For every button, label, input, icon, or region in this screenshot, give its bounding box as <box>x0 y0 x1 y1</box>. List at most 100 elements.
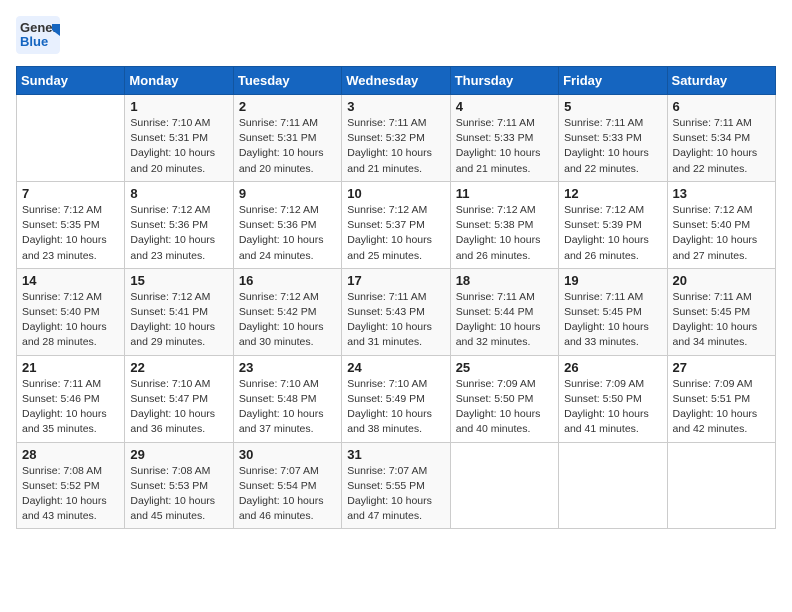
day-info: Sunrise: 7:07 AMSunset: 5:54 PMDaylight:… <box>239 464 336 525</box>
logo: General Blue <box>16 16 60 54</box>
day-info: Sunrise: 7:08 AMSunset: 5:53 PMDaylight:… <box>130 464 227 525</box>
day-header-thursday: Thursday <box>450 67 558 95</box>
calendar-cell: 25 Sunrise: 7:09 AMSunset: 5:50 PMDayligh… <box>450 355 558 442</box>
day-info: Sunrise: 7:12 AMSunset: 5:37 PMDaylight:… <box>347 203 444 264</box>
calendar-cell: 22Sunrise: 7:10 AMSunset: 5:47 PMDayligh… <box>125 355 233 442</box>
day-info: Sunrise: 7:12 AMSunset: 5:40 PMDaylight:… <box>673 203 770 264</box>
day-info: Sunrise: 7:11 AMSunset: 5:32 PMDaylight:… <box>347 116 444 177</box>
day-number: 16 <box>239 273 336 288</box>
day-number: 19 <box>564 273 661 288</box>
calendar-cell: 29 Sunrise: 7:08 AMSunset: 5:53 PMDayligh… <box>125 442 233 529</box>
calendar-cell: 27Sunrise: 7:09 AMSunset: 5:51 PMDayligh… <box>667 355 775 442</box>
day-info: Sunrise: 7:09 AMSunset: 5:50 PMDaylight:… <box>456 377 553 438</box>
calendar-header-row: SundayMondayTuesdayWednesdayThursdayFrid… <box>17 67 776 95</box>
day-number: 13 <box>673 186 770 201</box>
calendar-cell: 4Sunrise: 7:11 AMSunset: 5:33 PMDaylight… <box>450 95 558 182</box>
day-number: 18 <box>456 273 553 288</box>
calendar-week-row: 14 Sunrise: 7:12 AMSunset: 5:40 PMDayligh… <box>17 268 776 355</box>
day-number: 1 <box>130 99 227 114</box>
day-header-monday: Monday <box>125 67 233 95</box>
calendar-cell: 2 Sunrise: 7:11 AMSunset: 5:31 PMDaylight… <box>233 95 341 182</box>
day-number: 3 <box>347 99 444 114</box>
calendar-cell <box>667 442 775 529</box>
calendar-week-row: 28Sunrise: 7:08 AMSunset: 5:52 PMDayligh… <box>17 442 776 529</box>
logo-icon: General Blue <box>16 16 60 54</box>
calendar-cell: 28Sunrise: 7:08 AMSunset: 5:52 PMDayligh… <box>17 442 125 529</box>
day-number: 2 <box>239 99 336 114</box>
calendar-cell: 20 Sunrise: 7:11 AMSunset: 5:45 PMDayligh… <box>667 268 775 355</box>
day-number: 7 <box>22 186 119 201</box>
calendar-week-row: 7 Sunrise: 7:12 AMSunset: 5:35 PMDaylight… <box>17 181 776 268</box>
day-info: Sunrise: 7:12 AMSunset: 5:36 PMDaylight:… <box>130 203 227 264</box>
calendar-cell: 30 Sunrise: 7:07 AMSunset: 5:54 PMDayligh… <box>233 442 341 529</box>
day-number: 14 <box>22 273 119 288</box>
day-info: Sunrise: 7:11 AMSunset: 5:44 PMDaylight:… <box>456 290 553 351</box>
day-info: Sunrise: 7:11 AMSunset: 5:31 PMDaylight:… <box>239 116 336 177</box>
day-number: 30 <box>239 447 336 462</box>
calendar-cell: 1 Sunrise: 7:10 AMSunset: 5:31 PMDaylight… <box>125 95 233 182</box>
calendar-cell: 3 Sunrise: 7:11 AMSunset: 5:32 PMDaylight… <box>342 95 450 182</box>
day-number: 11 <box>456 186 553 201</box>
day-number: 17 <box>347 273 444 288</box>
calendar-cell: 16Sunrise: 7:12 AMSunset: 5:42 PMDayligh… <box>233 268 341 355</box>
day-number: 12 <box>564 186 661 201</box>
calendar-cell: 5 Sunrise: 7:11 AMSunset: 5:33 PMDaylight… <box>559 95 667 182</box>
day-info: Sunrise: 7:10 AMSunset: 5:47 PMDaylight:… <box>130 377 227 438</box>
day-info: Sunrise: 7:10 AMSunset: 5:48 PMDaylight:… <box>239 377 336 438</box>
calendar-cell: 10 Sunrise: 7:12 AMSunset: 5:37 PMDayligh… <box>342 181 450 268</box>
calendar-cell: 18 Sunrise: 7:11 AMSunset: 5:44 PMDayligh… <box>450 268 558 355</box>
day-number: 31 <box>347 447 444 462</box>
day-info: Sunrise: 7:11 AMSunset: 5:46 PMDaylight:… <box>22 377 119 438</box>
day-info: Sunrise: 7:12 AMSunset: 5:39 PMDaylight:… <box>564 203 661 264</box>
day-header-tuesday: Tuesday <box>233 67 341 95</box>
day-header-sunday: Sunday <box>17 67 125 95</box>
day-info: Sunrise: 7:12 AMSunset: 5:38 PMDaylight:… <box>456 203 553 264</box>
calendar-cell: 8 Sunrise: 7:12 AMSunset: 5:36 PMDaylight… <box>125 181 233 268</box>
calendar-cell: 9 Sunrise: 7:12 AMSunset: 5:36 PMDaylight… <box>233 181 341 268</box>
calendar-cell: 13 Sunrise: 7:12 AMSunset: 5:40 PMDayligh… <box>667 181 775 268</box>
day-info: Sunrise: 7:11 AMSunset: 5:34 PMDaylight:… <box>673 116 770 177</box>
day-number: 23 <box>239 360 336 375</box>
day-number: 26 <box>564 360 661 375</box>
calendar-cell: 23 Sunrise: 7:10 AMSunset: 5:48 PMDayligh… <box>233 355 341 442</box>
day-info: Sunrise: 7:11 AMSunset: 5:45 PMDaylight:… <box>564 290 661 351</box>
day-number: 29 <box>130 447 227 462</box>
day-number: 20 <box>673 273 770 288</box>
calendar-cell: 19 Sunrise: 7:11 AMSunset: 5:45 PMDayligh… <box>559 268 667 355</box>
day-number: 9 <box>239 186 336 201</box>
calendar-cell: 6 Sunrise: 7:11 AMSunset: 5:34 PMDaylight… <box>667 95 775 182</box>
day-number: 6 <box>673 99 770 114</box>
day-info: Sunrise: 7:08 AMSunset: 5:52 PMDaylight:… <box>22 464 119 525</box>
day-number: 4 <box>456 99 553 114</box>
day-number: 5 <box>564 99 661 114</box>
page-header: General Blue <box>16 16 776 54</box>
calendar-cell: 14 Sunrise: 7:12 AMSunset: 5:40 PMDayligh… <box>17 268 125 355</box>
day-header-saturday: Saturday <box>667 67 775 95</box>
calendar-cell <box>450 442 558 529</box>
day-number: 10 <box>347 186 444 201</box>
calendar-cell: 11 Sunrise: 7:12 AMSunset: 5:38 PMDayligh… <box>450 181 558 268</box>
svg-text:Blue: Blue <box>20 34 48 49</box>
day-number: 24 <box>347 360 444 375</box>
calendar-table: SundayMondayTuesdayWednesdayThursdayFrid… <box>16 66 776 529</box>
calendar-cell: 26Sunrise: 7:09 AMSunset: 5:50 PMDayligh… <box>559 355 667 442</box>
day-number: 25 <box>456 360 553 375</box>
calendar-cell: 7 Sunrise: 7:12 AMSunset: 5:35 PMDaylight… <box>17 181 125 268</box>
day-info: Sunrise: 7:11 AMSunset: 5:43 PMDaylight:… <box>347 290 444 351</box>
day-info: Sunrise: 7:10 AMSunset: 5:31 PMDaylight:… <box>130 116 227 177</box>
day-info: Sunrise: 7:12 AMSunset: 5:40 PMDaylight:… <box>22 290 119 351</box>
day-number: 8 <box>130 186 227 201</box>
day-info: Sunrise: 7:12 AMSunset: 5:35 PMDaylight:… <box>22 203 119 264</box>
day-info: Sunrise: 7:12 AMSunset: 5:36 PMDaylight:… <box>239 203 336 264</box>
calendar-week-row: 21Sunrise: 7:11 AMSunset: 5:46 PMDayligh… <box>17 355 776 442</box>
day-info: Sunrise: 7:12 AMSunset: 5:41 PMDaylight:… <box>130 290 227 351</box>
day-header-friday: Friday <box>559 67 667 95</box>
day-info: Sunrise: 7:11 AMSunset: 5:33 PMDaylight:… <box>564 116 661 177</box>
calendar-cell: 15Sunrise: 7:12 AMSunset: 5:41 PMDayligh… <box>125 268 233 355</box>
calendar-body: 1 Sunrise: 7:10 AMSunset: 5:31 PMDaylight… <box>17 95 776 529</box>
day-header-wednesday: Wednesday <box>342 67 450 95</box>
calendar-cell: 24Sunrise: 7:10 AMSunset: 5:49 PMDayligh… <box>342 355 450 442</box>
day-info: Sunrise: 7:11 AMSunset: 5:45 PMDaylight:… <box>673 290 770 351</box>
day-number: 27 <box>673 360 770 375</box>
calendar-cell: 17 Sunrise: 7:11 AMSunset: 5:43 PMDayligh… <box>342 268 450 355</box>
